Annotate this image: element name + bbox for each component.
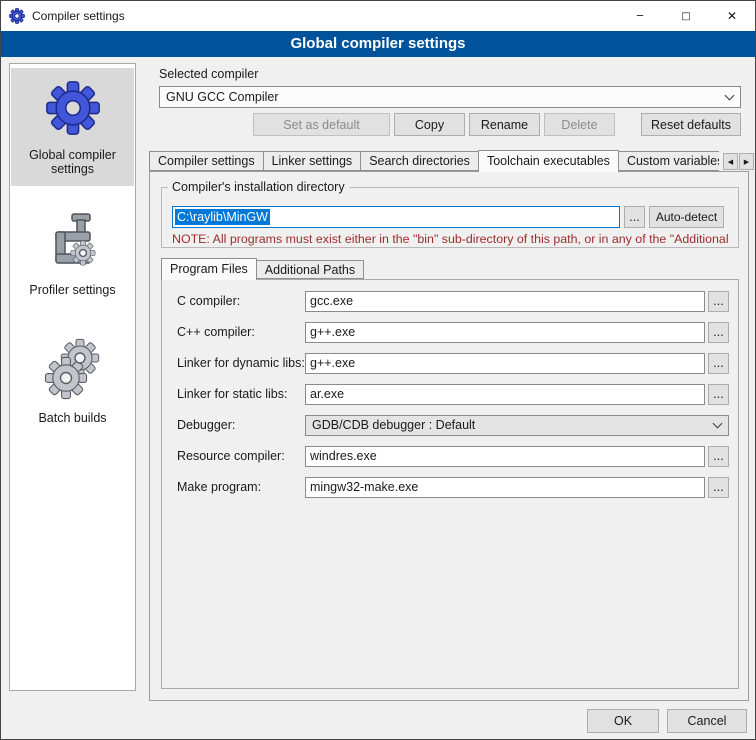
make-program-input[interactable]: [305, 477, 705, 498]
debugger-select[interactable]: GDB/CDB debugger : Default: [305, 415, 729, 436]
reset-defaults-button[interactable]: Reset defaults: [641, 113, 741, 136]
copy-button[interactable]: Copy: [394, 113, 465, 136]
selected-compiler-label: Selected compiler: [159, 67, 258, 81]
tab-toolchain-executables[interactable]: Toolchain executables: [478, 150, 619, 172]
tab-compiler-settings[interactable]: Compiler settings: [149, 151, 264, 171]
chevron-down-icon: [713, 418, 723, 428]
compiler-select[interactable]: GNU GCC Compiler: [159, 86, 741, 108]
minimize-button[interactable]: ─: [617, 1, 663, 31]
browse-button[interactable]: ...: [708, 446, 729, 467]
compiler-select-value: GNU GCC Compiler: [166, 90, 279, 104]
sidebar-item-label: Profiler settings: [29, 283, 115, 297]
field-label: C++ compiler:: [177, 325, 305, 339]
field-label: Debugger:: [177, 418, 305, 432]
browse-button[interactable]: ...: [708, 353, 729, 374]
tab-linker-settings[interactable]: Linker settings: [263, 151, 362, 171]
debugger-select-value: GDB/CDB debugger : Default: [312, 418, 475, 432]
installation-directory-input[interactable]: C:\raylib\MinGW: [172, 206, 620, 228]
tab-additional-paths[interactable]: Additional Paths: [256, 260, 364, 279]
settings-sidebar: Global compiler settings: [9, 63, 136, 691]
installation-directory-legend: Compiler's installation directory: [168, 180, 349, 194]
bin-subdirectory-note: NOTE: All programs must exist either in …: [172, 232, 733, 246]
tab-custom-variables[interactable]: Custom variables: [618, 151, 719, 171]
program-files-tabstrip: Program Files Additional Paths: [161, 258, 363, 280]
browse-button[interactable]: ...: [708, 322, 729, 343]
cpp-compiler-input[interactable]: [305, 322, 705, 343]
resource-compiler-input[interactable]: [305, 446, 705, 467]
batch-builds-icon: [44, 338, 102, 400]
tab-scroll-right-icon[interactable]: ▶: [739, 153, 754, 170]
field-label: Make program:: [177, 480, 305, 494]
browse-directory-button[interactable]: ...: [624, 206, 645, 228]
browse-button[interactable]: ...: [708, 477, 729, 498]
settings-tabstrip: Compiler settings Linker settings Search…: [149, 150, 719, 172]
tab-program-files[interactable]: Program Files: [161, 258, 257, 280]
sidebar-item-label: Batch builds: [38, 411, 106, 425]
ok-button[interactable]: OK: [587, 709, 659, 733]
form-row-make-program: Make program: ...: [177, 476, 729, 498]
linker-dynamic-input[interactable]: [305, 353, 705, 374]
tab-scroll-arrows: ◀ ▶: [723, 153, 754, 170]
titlebar: Compiler settings ─ □ ✕: [1, 1, 755, 31]
compiler-button-row: Set as default Copy Rename Delete Reset …: [159, 113, 741, 136]
installation-directory-selected-text: C:\raylib\MinGW: [175, 209, 270, 225]
form-row-linker-dynamic: Linker for dynamic libs: ...: [177, 352, 729, 374]
window-title: Compiler settings: [32, 9, 125, 23]
set-as-default-button: Set as default: [253, 113, 390, 136]
chevron-down-icon: [725, 90, 735, 100]
tab-search-directories[interactable]: Search directories: [360, 151, 479, 171]
close-button[interactable]: ✕: [709, 1, 755, 31]
sidebar-item-label: Global compiler settings: [16, 148, 129, 176]
form-row-linker-static: Linker for static libs: ...: [177, 383, 729, 405]
sidebar-item-profiler-settings[interactable]: Profiler settings: [11, 195, 134, 313]
compiler-settings-window: Compiler settings ─ □ ✕ Global compiler …: [0, 0, 756, 740]
field-label: Linker for static libs:: [177, 387, 305, 401]
sidebar-item-global-compiler-settings[interactable]: Global compiler settings: [11, 68, 134, 186]
auto-detect-button[interactable]: Auto-detect: [649, 206, 724, 228]
field-label: Resource compiler:: [177, 449, 305, 463]
tab-scroll-left-icon[interactable]: ◀: [723, 153, 738, 170]
browse-button[interactable]: ...: [708, 384, 729, 405]
browse-button[interactable]: ...: [708, 291, 729, 312]
profiler-icon: [46, 212, 100, 272]
cancel-button[interactable]: Cancel: [667, 709, 747, 733]
form-row-cpp-compiler: C++ compiler: ...: [177, 321, 729, 343]
rename-button[interactable]: Rename: [469, 113, 540, 136]
sidebar-item-batch-builds[interactable]: Batch builds: [11, 322, 134, 440]
form-row-debugger: Debugger: GDB/CDB debugger : Default: [177, 414, 729, 436]
form-row-resource-compiler: Resource compiler: ...: [177, 445, 729, 467]
form-row-c-compiler: C compiler: ...: [177, 290, 729, 312]
page-title: Global compiler settings: [1, 31, 755, 57]
global-compiler-gear-icon: [44, 79, 102, 137]
field-label: Linker for dynamic libs:: [177, 356, 305, 370]
maximize-button[interactable]: □: [663, 1, 709, 31]
window-controls: ─ □ ✕: [617, 1, 755, 31]
field-label: C compiler:: [177, 294, 305, 308]
app-icon: [9, 8, 25, 24]
linker-static-input[interactable]: [305, 384, 705, 405]
delete-button: Delete: [544, 113, 615, 136]
c-compiler-input[interactable]: [305, 291, 705, 312]
